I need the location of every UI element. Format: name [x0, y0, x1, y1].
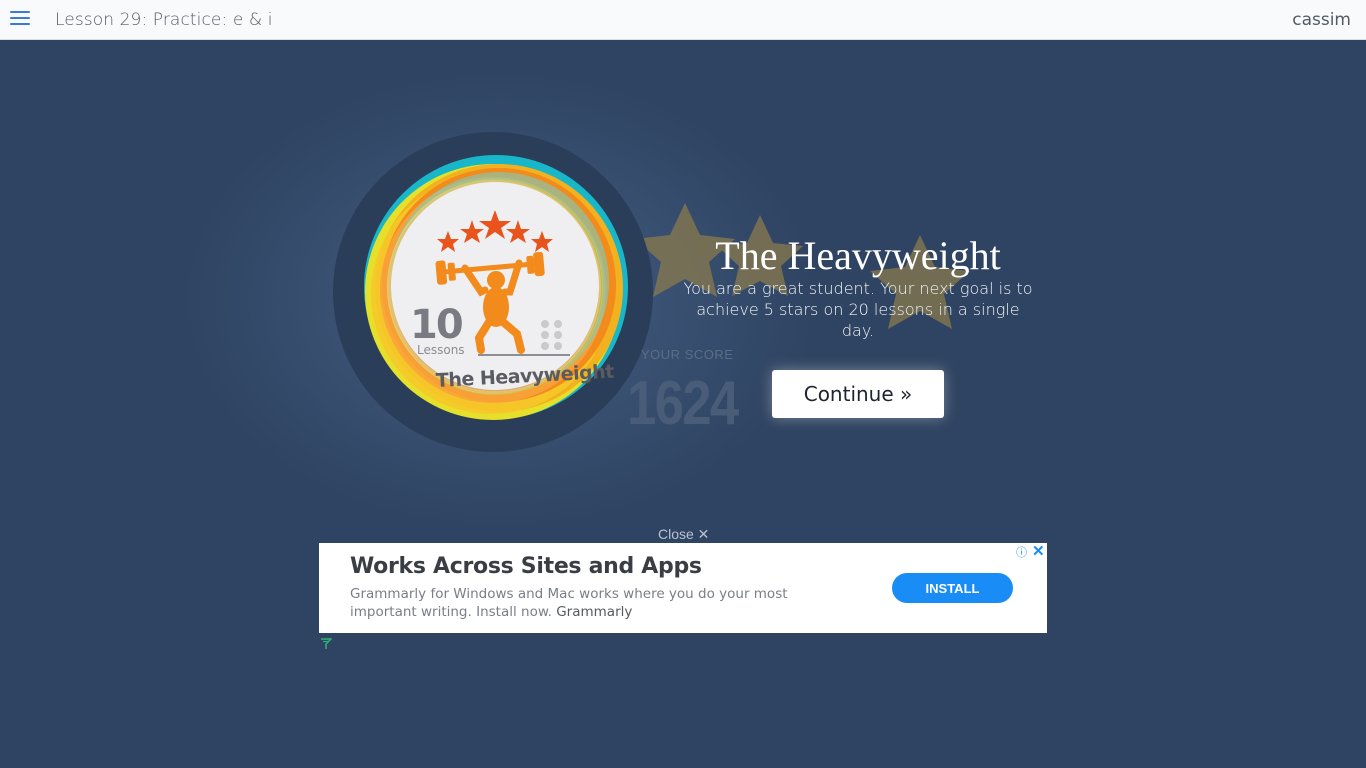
ad-choices-icon[interactable] [320, 638, 332, 650]
ad-headline[interactable]: Works Across Sites and Apps [350, 554, 702, 579]
score-label: YOUR SCORE [641, 347, 734, 362]
ad-install-button[interactable]: INSTALL [892, 573, 1013, 603]
lesson-title: Lesson 29: Practice: e & i [55, 10, 273, 30]
heavyweight-badge: 10 Lessons The Heavyweight [364, 155, 628, 420]
badge-count: 10 [410, 302, 462, 348]
top-bar: Lesson 29: Practice: e & i cassim [0, 0, 1366, 40]
achievement-description: You are a great student. Your next goal … [683, 279, 1033, 340]
ad-brand[interactable]: Grammarly [556, 604, 632, 620]
badge-count-label: Lessons [417, 343, 465, 357]
ad-close-button[interactable]: Close ✕ [658, 526, 709, 543]
continue-button[interactable]: Continue » [772, 370, 944, 418]
ad-info-icon[interactable]: ⓘ [1016, 544, 1028, 559]
hamburger-menu-icon[interactable] [10, 9, 30, 27]
ad-dismiss-icon[interactable]: ✕ [1032, 542, 1045, 560]
ad-body: Grammarly for Windows and Mac works wher… [350, 585, 830, 621]
achievement-title: The Heavyweight [715, 233, 1001, 278]
username[interactable]: cassim [1292, 10, 1351, 30]
score-value: 1624 [627, 369, 739, 438]
ad-banner[interactable]: Works Across Sites and Apps Grammarly fo… [319, 543, 1047, 633]
